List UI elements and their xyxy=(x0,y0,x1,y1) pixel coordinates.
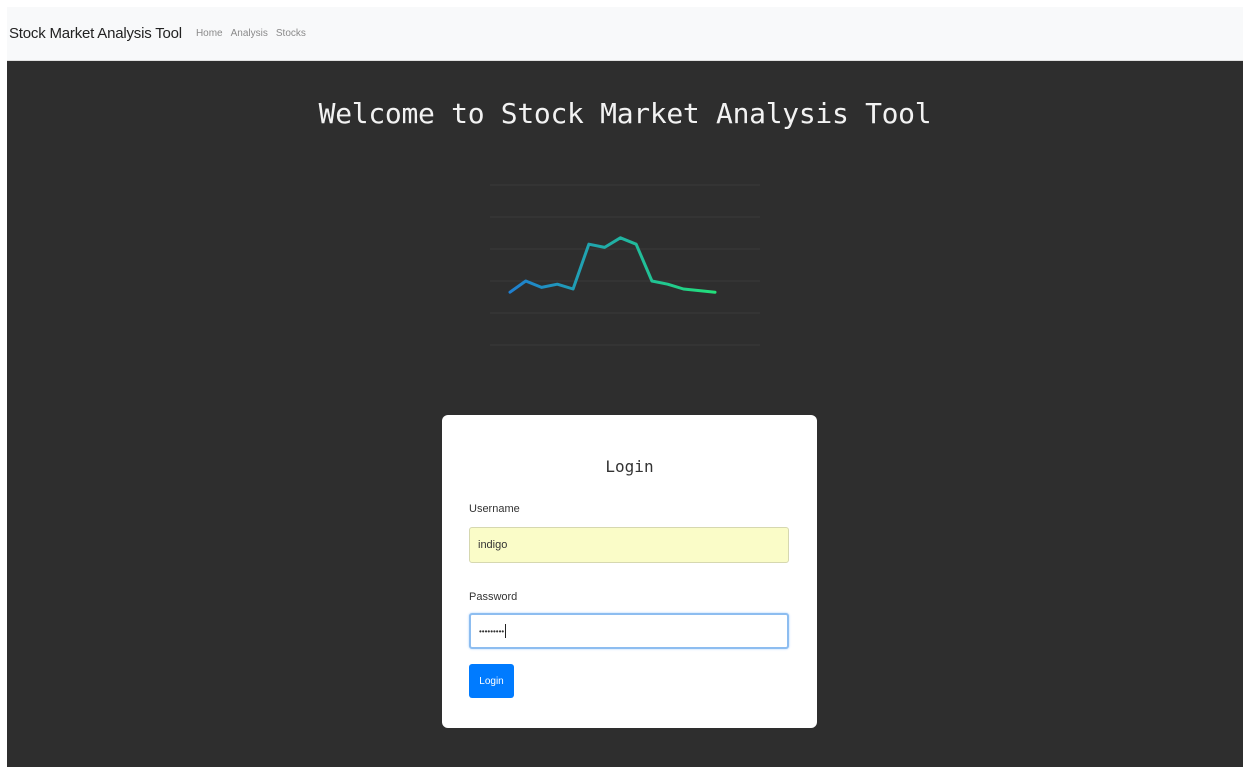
password-value: ••••••••• xyxy=(479,626,505,636)
login-card: Login Username indigo Password •••••••••… xyxy=(442,415,817,728)
username-value: indigo xyxy=(478,539,508,551)
login-button[interactable]: Login xyxy=(469,664,514,698)
password-label: Password xyxy=(469,591,518,603)
nav-link-home[interactable]: Home xyxy=(196,28,223,39)
page-title: Welcome to Stock Market Analysis Tool xyxy=(318,97,932,130)
navbar: Stock Market Analysis Tool Home Analysis… xyxy=(7,7,1243,61)
app-frame: Stock Market Analysis Tool Home Analysis… xyxy=(7,7,1243,767)
chart-series-line xyxy=(508,236,717,294)
password-input[interactable]: ••••••••• xyxy=(469,613,789,649)
nav-link-analysis[interactable]: Analysis xyxy=(231,28,268,39)
text-caret xyxy=(505,624,507,638)
navbar-brand[interactable]: Stock Market Analysis Tool xyxy=(9,25,182,42)
stock-line-chart xyxy=(490,184,760,346)
nav-link-stocks[interactable]: Stocks xyxy=(276,28,306,39)
username-input[interactable]: indigo xyxy=(469,527,789,563)
username-label: Username xyxy=(469,503,520,515)
login-title: Login xyxy=(605,457,654,476)
